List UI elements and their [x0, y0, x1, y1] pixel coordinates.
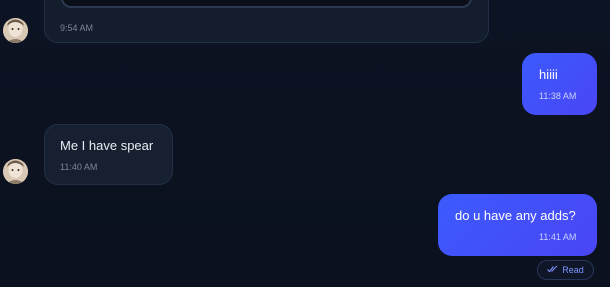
avatar[interactable]	[3, 18, 28, 43]
incoming-message-media[interactable]: 9:54 AM	[44, 0, 489, 43]
read-label: Read	[562, 265, 584, 275]
avatar[interactable]	[3, 159, 28, 184]
outgoing-message[interactable]: hiiii 11:38 AM	[522, 53, 597, 115]
read-receipt: Read	[537, 260, 594, 280]
message-time: 9:54 AM	[60, 23, 94, 33]
message-text: do u have any adds?	[455, 208, 576, 223]
message-time: 11:38 AM	[539, 91, 577, 101]
outgoing-message[interactable]: do u have any adds? 11:41 AM	[438, 194, 597, 256]
chat-thread: 9:54 AM hiiii 11:38 AM Me I have spear 1…	[0, 0, 610, 287]
media-preview[interactable]	[61, 0, 472, 8]
incoming-message[interactable]: Me I have spear 11:40 AM	[44, 124, 173, 185]
double-check-icon	[547, 265, 558, 275]
message-time: 11:41 AM	[539, 232, 577, 242]
message-text: hiiii	[539, 67, 558, 82]
message-text: Me I have spear	[60, 138, 154, 153]
message-time: 11:40 AM	[60, 162, 98, 172]
